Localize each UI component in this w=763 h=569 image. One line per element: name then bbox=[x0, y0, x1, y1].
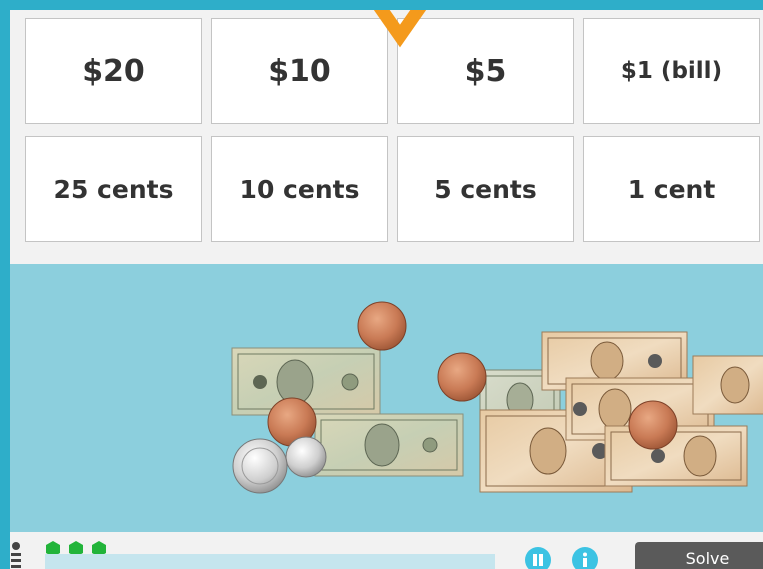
menu-icon[interactable] bbox=[10, 542, 22, 569]
tile-1-dollar-bill[interactable]: $1 (bill) bbox=[583, 18, 760, 124]
pause-icon[interactable] bbox=[525, 547, 551, 569]
twenty-dollar-bill bbox=[314, 413, 464, 477]
penny-coin bbox=[357, 301, 407, 351]
bottom-bar: Solve bbox=[10, 532, 763, 569]
tile-20-dollars[interactable]: $20 bbox=[25, 18, 202, 124]
info-icon[interactable] bbox=[572, 547, 598, 569]
answer-display bbox=[45, 554, 495, 569]
tile-5-cents[interactable]: 5 cents bbox=[397, 136, 574, 242]
penny-coin bbox=[437, 352, 487, 402]
solve-button[interactable]: Solve bbox=[635, 542, 763, 569]
tile-10-cents[interactable]: 10 cents bbox=[211, 136, 388, 242]
ten-dollar-bill bbox=[692, 355, 763, 415]
tile-1-cent[interactable]: 1 cent bbox=[583, 136, 760, 242]
tile-25-cents[interactable]: 25 cents bbox=[25, 136, 202, 242]
dime-coin bbox=[285, 436, 327, 478]
nickel-coin bbox=[232, 438, 288, 494]
money-area bbox=[10, 264, 763, 532]
penny-coin bbox=[628, 400, 678, 450]
ten-dollar-bill bbox=[604, 425, 748, 487]
game-stage: $20 $10 $5 $1 (bill) 25 cents 10 cents 5… bbox=[10, 10, 763, 569]
money-pile bbox=[231, 301, 763, 494]
selector-arrow-icon bbox=[373, 10, 427, 48]
